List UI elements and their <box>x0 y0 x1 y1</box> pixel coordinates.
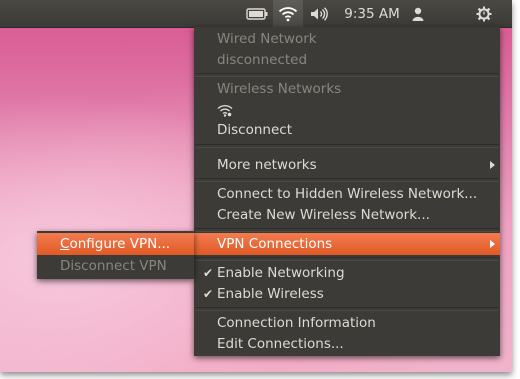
battery-indicator[interactable] <box>241 0 273 27</box>
network-indicator[interactable] <box>273 0 303 27</box>
user-icon <box>412 7 424 21</box>
disconnect-vpn-item: Disconnect VPN <box>60 258 167 274</box>
wired-network-header: Wired Network <box>217 31 317 47</box>
desktop-background: 9:35 AM Wired Network disconnected Wirel… <box>0 0 512 372</box>
network-menu: Wired Network disconnected Wireless Netw… <box>194 27 500 356</box>
clock-indicator[interactable]: 9:35 AM <box>340 0 404 27</box>
menu-separator <box>195 178 499 182</box>
create-new-network-item[interactable]: Create New Wireless Network... <box>194 205 500 225</box>
menu-separator <box>195 144 499 148</box>
checkmark-icon: ✔ <box>203 287 214 301</box>
vpn-connections-item[interactable]: VPN Connections <box>194 233 500 255</box>
more-networks-item[interactable]: More networks <box>194 155 500 175</box>
submenu-arrow-icon <box>490 240 495 248</box>
configure-vpn-label: onfigure VPN... <box>69 236 171 252</box>
battery-icon <box>246 7 268 20</box>
clock-text: 9:35 AM <box>344 5 400 22</box>
enable-wireless-item[interactable]: ✔ Enable Wireless <box>194 284 500 304</box>
menu-separator <box>195 73 499 77</box>
submenu-arrow-icon <box>490 161 495 169</box>
menu-separator <box>195 228 499 232</box>
wireless-network-entry[interactable] <box>194 100 500 120</box>
volume-icon <box>311 6 328 21</box>
connection-information-item[interactable]: Connection Information <box>194 313 500 333</box>
wifi-signal-icon <box>217 104 233 117</box>
disconnect-item[interactable]: Disconnect <box>194 120 500 140</box>
wired-network-status: disconnected <box>217 52 308 68</box>
enable-networking-item[interactable]: ✔ Enable Networking <box>194 263 500 283</box>
configure-vpn-item[interactable]: Configure VPN... <box>37 233 194 255</box>
edit-connections-item[interactable]: Edit Connections... <box>194 334 500 354</box>
connect-hidden-network-item[interactable]: Connect to Hidden Wireless Network... <box>194 184 500 204</box>
menu-separator <box>195 257 499 261</box>
top-panel: 9:35 AM <box>0 0 512 28</box>
menu-separator <box>195 307 499 311</box>
wireless-networks-header: Wireless Networks <box>217 81 342 97</box>
vpn-submenu: Configure VPN... Disconnect VPN <box>37 231 194 279</box>
sound-indicator[interactable] <box>305 0 333 27</box>
wifi-icon <box>278 6 298 21</box>
user-indicator[interactable] <box>406 0 430 27</box>
power-gear-icon <box>476 6 492 21</box>
session-indicator[interactable] <box>471 0 497 27</box>
checkmark-icon: ✔ <box>203 266 214 280</box>
